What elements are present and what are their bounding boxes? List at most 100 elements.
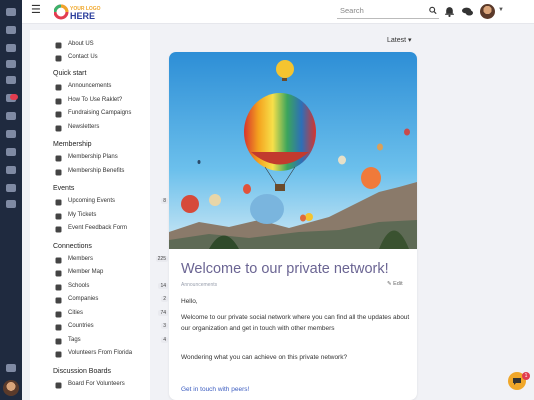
sidebar-item-label: Announcements [68, 83, 112, 89]
sidebar-item[interactable]: Companies 2 [55, 296, 172, 307]
sidebar-item-count: 74 [158, 309, 168, 316]
school-icon [55, 284, 62, 290]
share-icon[interactable] [6, 76, 16, 84]
chart-icon[interactable] [6, 130, 16, 138]
logo[interactable]: YOUR LOGO HERE [54, 2, 114, 22]
sidebar-item[interactable]: Member Map [55, 269, 172, 280]
calendar-icon [55, 199, 62, 206]
phone-icon [55, 55, 62, 62]
chat-icon[interactable] [6, 364, 16, 372]
folder-icon[interactable] [6, 26, 16, 34]
sidebar-section-title: Events [53, 185, 75, 192]
rail-avatar[interactable] [3, 380, 19, 396]
sidebar-item[interactable]: How To Use Raklet? [55, 97, 172, 108]
sidebar-item-label: Schools [68, 282, 90, 289]
left-rail [0, 0, 22, 400]
sidebar-item-label: Fundraising Campaigns [68, 110, 132, 116]
form-icon [55, 226, 62, 233]
sidebar-item[interactable]: Volunteers From Florida [55, 350, 172, 361]
sidebar-item-label: Board For Volunteers [68, 380, 125, 387]
document-icon[interactable] [6, 112, 16, 120]
tag-icon [55, 338, 62, 344]
search-icon[interactable] [429, 6, 437, 15]
sidebar-section-title: Discussion Boards [53, 367, 111, 375]
post-category[interactable]: Announcements [181, 282, 217, 288]
sort-dropdown[interactable]: Latest ▾ [387, 36, 412, 44]
sidebar-item-label: Tags [68, 336, 81, 343]
sidebar-item-label: How To Use Raklet? [68, 96, 123, 103]
sidebar-item[interactable]: Cities 74 [55, 309, 172, 321]
map-icon [55, 270, 62, 277]
sidebar-item[interactable]: Newsletters [55, 124, 172, 135]
sidebar-item[interactable]: Upcoming Events 8 [55, 198, 172, 209]
add-icon[interactable] [6, 200, 16, 208]
sidebar-section-title: Connections [53, 242, 92, 250]
home-icon[interactable] [6, 8, 16, 16]
sidebar-item-label: Member Map [68, 269, 104, 275]
hero-image [169, 52, 417, 249]
notification-dot [10, 94, 18, 100]
users-icon [55, 257, 62, 263]
chat-unread-badge: 1 [522, 372, 530, 380]
megaphone-icon [55, 84, 62, 91]
edit-button[interactable]: ✎ Edit [387, 281, 403, 287]
sidebar-item-count: 2 [161, 296, 168, 302]
grid-icon[interactable] [6, 184, 16, 192]
sidebar-item[interactable]: Tags 4 [55, 336, 172, 348]
store-icon[interactable] [6, 166, 16, 174]
sidebar-item-label: Countries [68, 323, 94, 329]
globe-icon [55, 324, 62, 331]
post-title[interactable]: Welcome to our private network! [181, 261, 389, 277]
sidebar-item-label: Membership Plans [68, 154, 118, 160]
sidebar-item[interactable]: Countries 3 [55, 323, 172, 334]
post-question: Wondering what you can achieve on this p… [181, 354, 348, 361]
top-bar: ☰ YOUR LOGO HERE Search ▼ [22, 0, 534, 24]
sidebar-item[interactable]: Board For Volunteers [55, 381, 172, 392]
sidebar-item[interactable]: My Tickets [55, 212, 172, 223]
card-icon [55, 155, 62, 162]
sidebar-item[interactable]: Event Feedback Form [55, 225, 172, 236]
user-avatar[interactable] [480, 4, 495, 19]
sidebar-item-count: 14 [158, 282, 168, 289]
users-icon[interactable] [6, 60, 16, 68]
logo-text-main: HERE [70, 11, 95, 21]
sidebar-item-count: 225 [155, 255, 168, 262]
edit-icon: ✎ [387, 281, 392, 287]
post-link[interactable]: Get in touch with peers! [181, 384, 411, 395]
sidebar-item[interactable]: Membership Plans [55, 154, 172, 165]
sidebar-section-title: Quick start [53, 70, 87, 77]
search-placeholder: Search [340, 6, 364, 15]
chevron-down-icon[interactable]: ▼ [498, 7, 504, 13]
bell-icon[interactable] [444, 6, 455, 17]
network-icon[interactable] [6, 148, 16, 156]
sidebar-item[interactable]: Announcements [55, 83, 172, 94]
menu-icon[interactable]: ☰ [31, 3, 41, 16]
post-paragraph: Welcome to our private social network wh… [181, 314, 410, 332]
briefcase-icon [55, 297, 62, 304]
search-input[interactable]: Search [337, 5, 439, 19]
sidebar-item[interactable]: Membership Benefits [55, 168, 172, 179]
sidebar-section-title: Membership [53, 141, 92, 148]
sidebar-item-label: Companies [68, 296, 99, 302]
sidebar-item-label: Event Feedback Form [68, 225, 128, 231]
messages-icon[interactable] [462, 6, 473, 17]
card-icon [55, 169, 62, 175]
sidebar-item-count: 8 [161, 198, 168, 204]
sidebar-item-label: Upcoming Events [68, 198, 116, 204]
ticket-icon [55, 213, 62, 219]
post-card: Welcome to our private network! Announce… [169, 52, 417, 400]
edit-label: Edit [393, 281, 403, 287]
sidebar-item-label: About US [68, 41, 94, 47]
sidebar-item[interactable]: Schools 14 [55, 282, 172, 294]
sidebar-item-count: 3 [161, 323, 168, 329]
sidebar-item-label: Volunteers From Florida [68, 350, 133, 356]
sidebar-item[interactable]: Contact Us [55, 54, 172, 65]
home-icon [55, 42, 62, 49]
mail-icon[interactable] [6, 44, 16, 52]
building-icon [55, 311, 62, 317]
sidebar-item[interactable]: About US [55, 41, 172, 52]
sidebar-item[interactable]: Members 225 [55, 255, 172, 267]
sidebar-item[interactable]: Fundraising Campaigns [55, 110, 172, 121]
question-icon [55, 98, 62, 104]
sidebar-item-label: Members [68, 255, 94, 262]
